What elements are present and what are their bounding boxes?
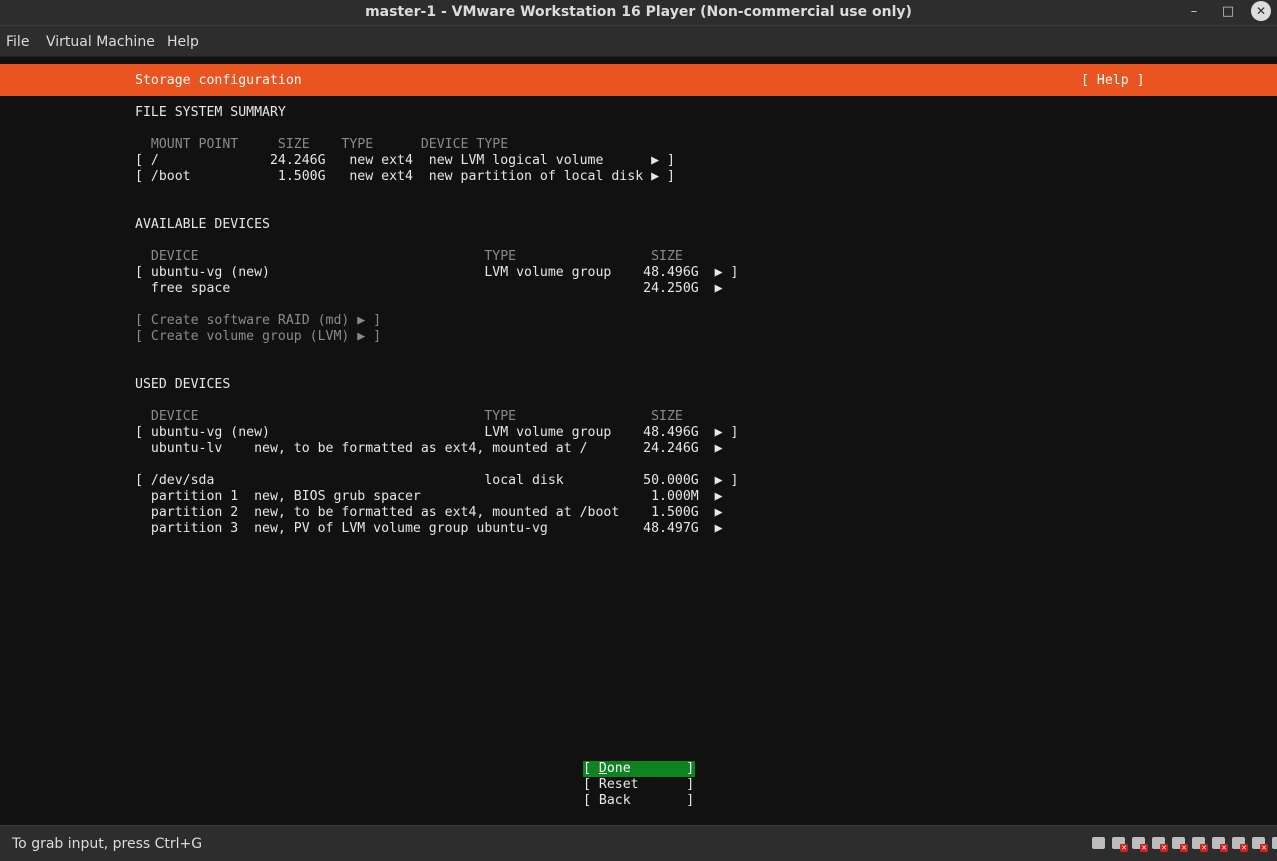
create-volume-group-button[interactable]: [ Create volume group (LVM) ▶ ] [135,329,381,345]
help-button[interactable]: [ Help ] [1081,73,1145,89]
screen-title: Storage configuration [135,73,302,88]
used-devices-heading: USED DEVICES [135,377,231,392]
usb-icon[interactable]: ✕ [1211,837,1228,852]
fs-row-root[interactable]: [ / 24.246G new ext4 new LVM logical vol… [135,153,675,169]
done-button-hotkey: D [598,761,607,776]
menu-help[interactable]: Help [161,26,205,58]
vm-console[interactable]: Storage configuration [ Help ] FILE SYST… [0,57,1277,825]
disconnected-badge: ✕ [1180,844,1188,852]
hard-disk-icon[interactable] [1091,837,1107,851]
used-devices-columns: DEVICE TYPE SIZE [135,409,683,424]
disconnected-badge: ✕ [1260,844,1268,852]
minimize-icon[interactable]: – [1182,0,1206,24]
used-row-partition-3[interactable]: partition 3 new, PV of LVM volume group … [135,521,723,537]
maximize-icon[interactable]: □ [1216,0,1240,24]
window-title: master-1 - VMware Workstation 16 Player … [365,4,912,20]
available-devices-heading: AVAILABLE DEVICES [135,217,270,232]
statusbar: To grab input, press Ctrl+G ✕ ✕ ✕ ✕ ✕ ✕ ✕ ✕ [0,825,1277,861]
disconnected-badge: ✕ [1240,844,1248,852]
message-icon-shape [1272,837,1277,849]
cd-rom-icon[interactable]: ✕ [1111,837,1128,852]
fs-row-boot[interactable]: [ /boot 1.500G new ext4 new partition of… [135,169,675,185]
cd-rom-icon[interactable]: ✕ [1131,837,1148,852]
create-raid-button[interactable]: [ Create software RAID (md) ▶ ] [135,313,381,329]
menubar: File Virtual Machine Help [0,25,1277,57]
disconnected-badge: ✕ [1200,844,1208,852]
fs-summary-columns: MOUNT POINT SIZE TYPE DEVICE TYPE [135,137,509,152]
network-icon[interactable]: ✕ [1171,837,1188,852]
disconnected-badge: ✕ [1120,844,1128,852]
display-icon[interactable]: ✕ [1251,837,1268,852]
used-row-ubuntu-vg[interactable]: [ ubuntu-vg (new) LVM volume group 48.49… [135,425,738,441]
hard-disk-icon-shape [1092,837,1105,849]
used-row-ubuntu-lv[interactable]: ubuntu-lv new, to be formatted as ext4, … [135,441,723,457]
window-titlebar: master-1 - VMware Workstation 16 Player … [0,0,1277,25]
fs-summary-heading: FILE SYSTEM SUMMARY [135,105,286,120]
available-devices-columns: DEVICE TYPE SIZE [135,249,683,264]
back-button[interactable]: [ Back ] [583,793,695,809]
close-icon[interactable]: ✕ [1251,1,1271,21]
status-text: To grab input, press Ctrl+G [12,836,203,852]
disconnected-badge: ✕ [1140,844,1148,852]
reset-button[interactable]: [ Reset ] [583,777,695,793]
available-row-ubuntu-vg[interactable]: [ ubuntu-vg (new) LVM volume group 48.49… [135,265,738,281]
printer-icon[interactable]: ✕ [1191,837,1208,852]
disconnected-badge: ✕ [1220,844,1228,852]
floppy-icon[interactable]: ✕ [1151,837,1168,852]
message-icon[interactable] [1271,837,1277,851]
menu-file[interactable]: File [0,26,35,58]
sound-icon[interactable]: ✕ [1231,837,1248,852]
disconnected-badge: ✕ [1160,844,1168,852]
done-button-open: [ [583,761,599,776]
available-row-free-space[interactable]: free space 24.250G ▶ [135,281,723,297]
done-button[interactable]: [ Done ] [583,761,695,777]
done-button-rest: one ] [606,761,695,776]
used-row-partition-2[interactable]: partition 2 new, to be formatted as ext4… [135,505,723,521]
used-row-partition-1[interactable]: partition 1 new, BIOS grub spacer 1.000M… [135,489,723,505]
menu-virtual-machine[interactable]: Virtual Machine [40,26,161,58]
used-row-dev-sda[interactable]: [ /dev/sda local disk 50.000G ▶ ] [135,473,738,489]
